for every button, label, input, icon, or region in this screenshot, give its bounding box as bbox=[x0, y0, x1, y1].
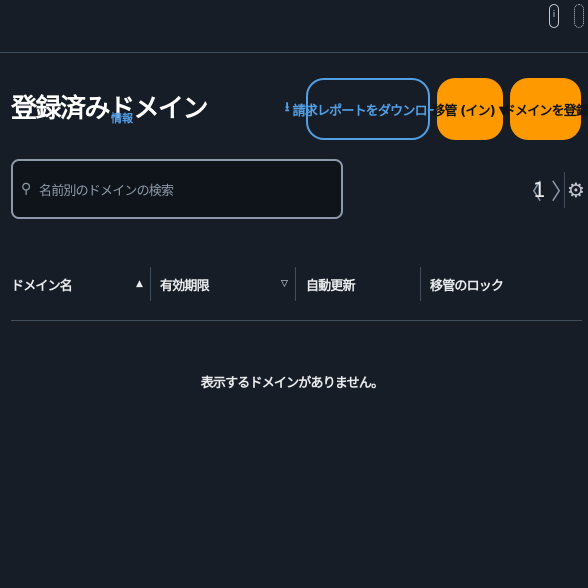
pagination-current-page[interactable]: 1 bbox=[533, 170, 546, 210]
table-header-divider bbox=[11, 320, 582, 321]
page-title: 登録済みドメイン bbox=[11, 94, 209, 124]
register-button-label: ドメインを登録 bbox=[502, 103, 588, 119]
download-billing-report-button[interactable]: ⭳ 請求レポートをダウンロード bbox=[285, 78, 452, 140]
info-link[interactable]: 情報 bbox=[111, 110, 133, 126]
search-icon: ⚲ bbox=[21, 181, 32, 197]
download-button-label: 請求レポートをダウンロード bbox=[292, 103, 452, 119]
column-label-transfer-lock: 移管のロック bbox=[430, 278, 504, 294]
download-icon: ⭳ bbox=[284, 100, 290, 115]
column-label-domain-name: ドメイン名 bbox=[11, 278, 73, 294]
search-placeholder: 名前別のドメインの検索 bbox=[39, 183, 174, 199]
transfer-in-dropdown-button[interactable]: 移管 (イン) ▼ bbox=[432, 78, 509, 140]
column-header-expiration[interactable]: 有効期限 bbox=[150, 266, 292, 302]
search-input[interactable]: ⚲ 名前別のドメインの検索 bbox=[11, 159, 343, 219]
register-domain-button[interactable]: ドメインを登録 bbox=[503, 78, 588, 140]
column-header-domain-name[interactable]: ドメイン名 bbox=[11, 266, 147, 302]
sort-descending-icon[interactable]: ▽ bbox=[281, 279, 288, 289]
transfer-button-label: 移管 (イン) ▼ bbox=[432, 103, 509, 119]
sort-ascending-icon[interactable]: ▲ bbox=[136, 279, 143, 289]
gear-icon[interactable] bbox=[574, 4, 584, 28]
settings-icon[interactable]: ⚙ bbox=[564, 172, 587, 208]
empty-state-message: 表示するドメインがありません。 bbox=[200, 376, 384, 391]
info-circle-icon[interactable]: i bbox=[549, 4, 559, 28]
column-label-auto-renew: 自動更新 bbox=[306, 278, 356, 294]
column-header-auto-renew[interactable]: 自動更新 bbox=[296, 266, 418, 302]
column-header-transfer-lock[interactable]: 移管のロック bbox=[420, 266, 580, 302]
top-bar: i bbox=[0, 0, 588, 53]
column-label-expiration: 有効期限 bbox=[160, 278, 210, 294]
